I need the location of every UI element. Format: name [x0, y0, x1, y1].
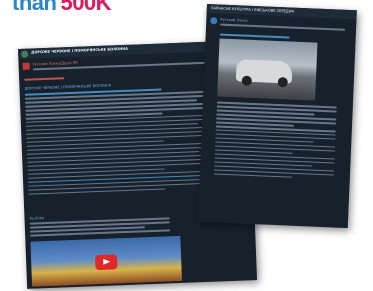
left-video-thumbnail[interactable]: [30, 235, 183, 287]
left-video-description: [29, 217, 171, 238]
left-chat-avatar: [21, 50, 29, 58]
right-chat-title: ПАРНАСНЕ КУЛЬТУРА І ВІЙСЬКОВЕ СЕРЕДНЯ: [210, 6, 294, 14]
left-channel-avatar: [22, 62, 30, 70]
right-channel-avatar: [210, 17, 218, 25]
car-wheel: [241, 75, 253, 86]
right-photo[interactable]: [217, 38, 318, 101]
right-screenshot: ПАРНАСНЕ КУЛЬТУРА І ВІЙСЬКОВЕ СЕРЕДНЯ Ру…: [197, 4, 357, 229]
left-badges: [24, 77, 65, 83]
left-chat-title: ДОРОЖЕ ЧЕРВОНЕ І ПОМОРЯНСЬКЕ БОЛОННА: [31, 46, 129, 55]
left-video-source[interactable]: YouTube: [29, 216, 44, 221]
right-post-body: [213, 101, 337, 183]
headline: than 500K: [12, 0, 112, 15]
headline-value: 500K: [60, 0, 112, 15]
car-wheel: [277, 77, 288, 88]
right-pinned-text: [220, 23, 346, 33]
headline-prefix: than: [12, 0, 57, 15]
play-icon[interactable]: [94, 253, 118, 270]
